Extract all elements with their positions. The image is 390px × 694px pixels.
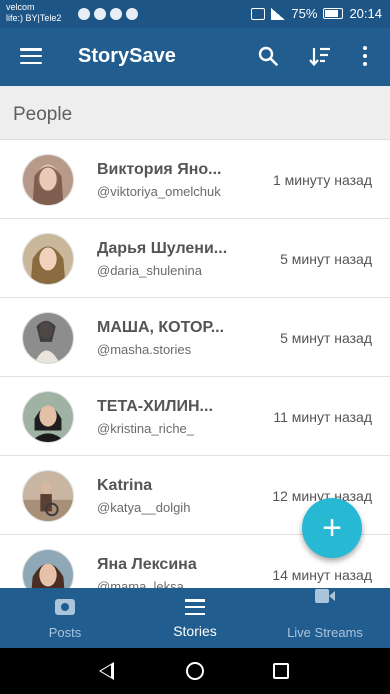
avatar	[22, 154, 74, 206]
avatar	[22, 549, 74, 588]
back-icon[interactable]	[99, 662, 114, 680]
tab-stories[interactable]: Stories	[130, 588, 260, 648]
tab-live-streams[interactable]: Live Streams	[260, 588, 390, 648]
person-handle: @masha.stories	[97, 342, 192, 357]
avatar	[22, 233, 74, 285]
carrier-name-secondary: life:) BY|Tele2	[6, 13, 62, 23]
person-name: Виктория Яно...	[97, 161, 222, 178]
person-time: 14 минут назад	[272, 567, 372, 583]
app-bar: StorySave	[0, 28, 390, 86]
carrier-name: velcom	[6, 2, 35, 12]
list-item[interactable]: Дарья Шулени... @daria_shulenina 5 минут…	[0, 219, 390, 298]
bottom-nav: Posts Stories Live Streams	[0, 588, 390, 648]
carrier-info: velcom life:) BY|Tele2	[6, 2, 61, 24]
list-icon	[185, 599, 205, 615]
clock: 20:14	[349, 6, 382, 21]
list-item[interactable]: ТЕТА-ХИЛИН... @kristina_riche_ 11 минут …	[0, 377, 390, 456]
menu-icon[interactable]	[20, 48, 42, 64]
person-handle: @viktoriya_omelchuk	[97, 184, 221, 199]
telegram-icon	[126, 8, 138, 20]
person-time: 11 минут назад	[273, 409, 372, 425]
instagram-icon	[110, 8, 122, 20]
avatar	[22, 391, 74, 443]
person-name: Яна Лексина	[97, 556, 197, 573]
person-name: ТЕТА-ХИЛИН...	[97, 398, 213, 415]
sort-icon[interactable]	[309, 46, 331, 66]
battery-percent: 75%	[291, 6, 318, 21]
tab-label: Stories	[173, 623, 217, 639]
tab-posts[interactable]: Posts	[0, 588, 130, 648]
person-name: Katrina	[97, 477, 153, 494]
tab-label: Posts	[48, 625, 82, 640]
person-time: 5 минут назад	[280, 251, 372, 267]
video-icon	[315, 589, 335, 603]
list-item[interactable]: Виктория Яно... @viktoriya_omelchuk 1 ми…	[0, 140, 390, 219]
signal-icon	[271, 7, 286, 20]
notification-icon	[78, 8, 90, 20]
search-icon[interactable]	[258, 46, 278, 66]
tab-label: Live Streams	[287, 625, 363, 640]
avatar	[22, 470, 74, 522]
person-time: 5 минут назад	[280, 330, 372, 346]
person-handle: @daria_shulenina	[97, 263, 202, 278]
app-title: StorySave	[78, 45, 176, 67]
home-icon[interactable]	[186, 662, 204, 680]
skype-icon	[94, 8, 106, 20]
vibrate-icon	[251, 7, 266, 20]
camera-icon	[55, 599, 75, 615]
list-item[interactable]: МАША, КОТОР... @masha.stories 5 минут на…	[0, 298, 390, 377]
battery-icon	[323, 8, 344, 19]
person-handle: @kristina_riche_	[97, 421, 195, 436]
status-right: 75% 20:14	[251, 6, 382, 21]
recent-apps-icon[interactable]	[273, 663, 289, 679]
avatar	[22, 312, 74, 364]
status-bar: velcom life:) BY|Tele2 75% 20:14	[0, 0, 390, 28]
plus-icon: +	[322, 509, 342, 547]
person-time: 1 минуту назад	[272, 172, 372, 188]
person-name: Дарья Шулени...	[97, 240, 228, 257]
section-header: People	[0, 86, 390, 140]
add-button[interactable]: +	[302, 498, 362, 558]
person-handle: @mama_leksa	[97, 579, 184, 588]
notification-icons	[78, 8, 138, 20]
person-handle: @katya__dolgih	[97, 500, 191, 515]
person-name: МАША, КОТОР...	[97, 319, 225, 336]
system-nav-bar	[0, 648, 390, 694]
more-vert-icon[interactable]	[360, 46, 370, 66]
